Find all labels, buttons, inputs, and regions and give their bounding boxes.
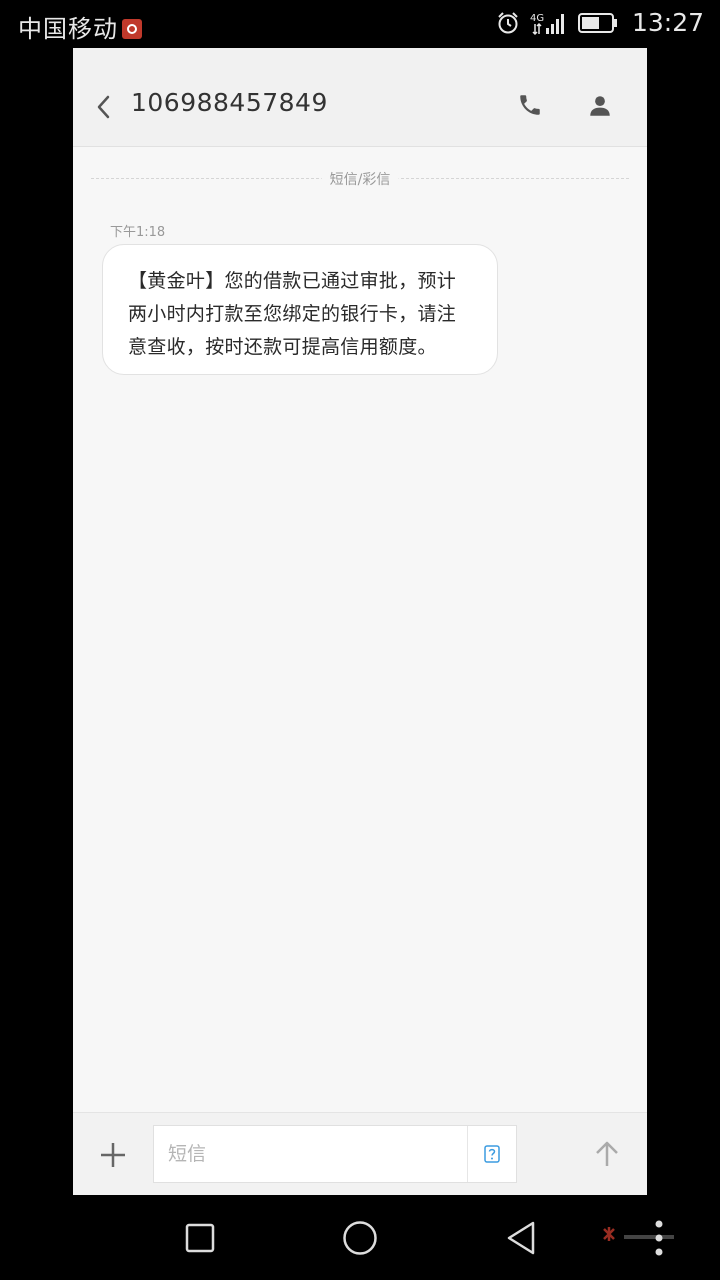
alarm-icon xyxy=(498,11,518,33)
phone-icon[interactable] xyxy=(517,92,543,118)
conversation-header: 106988457849 xyxy=(73,48,647,147)
chevron-left-icon[interactable] xyxy=(93,93,115,121)
messaging-app: 106988457849 短信/彩信 下午1:18 【黄金叶】您的借款已通过审批… xyxy=(73,48,647,1195)
home-icon[interactable] xyxy=(342,1220,378,1256)
plus-icon[interactable] xyxy=(100,1142,126,1168)
more-options-icon[interactable] xyxy=(654,1219,664,1257)
navigation-bar xyxy=(0,1195,720,1280)
message-type-divider: 短信/彩信 xyxy=(91,169,629,189)
incoming-message-bubble[interactable]: 【黄金叶】您的借款已通过审批，预计两小时内打款至您绑定的银行卡，请注意查收，按时… xyxy=(102,244,498,375)
contact-number-title: 106988457849 xyxy=(131,88,328,117)
carrier-badge-icon xyxy=(122,19,142,39)
recent-apps-icon[interactable] xyxy=(185,1223,215,1253)
arrow-up-icon[interactable] xyxy=(594,1140,620,1168)
sms-input[interactable] xyxy=(154,1126,467,1182)
message-type-label: 短信/彩信 xyxy=(321,169,399,189)
template-button[interactable] xyxy=(468,1126,516,1182)
network-type-label: 4G xyxy=(530,13,544,24)
sms-field xyxy=(153,1125,517,1183)
message-timestamp: 下午1:18 xyxy=(110,225,166,240)
status-bar: 中国移动 4G 13:27 xyxy=(0,0,720,48)
message-text: 【黄金叶】您的借款已通过审批，预计两小时内打款至您绑定的银行卡，请注意查收，按时… xyxy=(128,270,457,358)
back-triangle-icon[interactable] xyxy=(505,1220,537,1256)
status-indicators: 4G 13:27 xyxy=(496,8,704,37)
watermark-logo-icon xyxy=(603,1227,674,1241)
signal-icon: 4G xyxy=(530,13,564,35)
carrier-label: 中国移动 xyxy=(18,9,142,44)
sms-template-icon xyxy=(484,1145,500,1163)
person-icon[interactable] xyxy=(587,93,613,119)
battery-icon xyxy=(577,12,617,33)
status-time: 13:27 xyxy=(631,8,704,37)
phone-screen: 中国移动 4G 13:27 106988457849 短信/彩信 下午1:18 … xyxy=(0,0,720,1280)
composer-bar xyxy=(73,1112,647,1195)
carrier-name: 中国移动 xyxy=(18,15,118,43)
